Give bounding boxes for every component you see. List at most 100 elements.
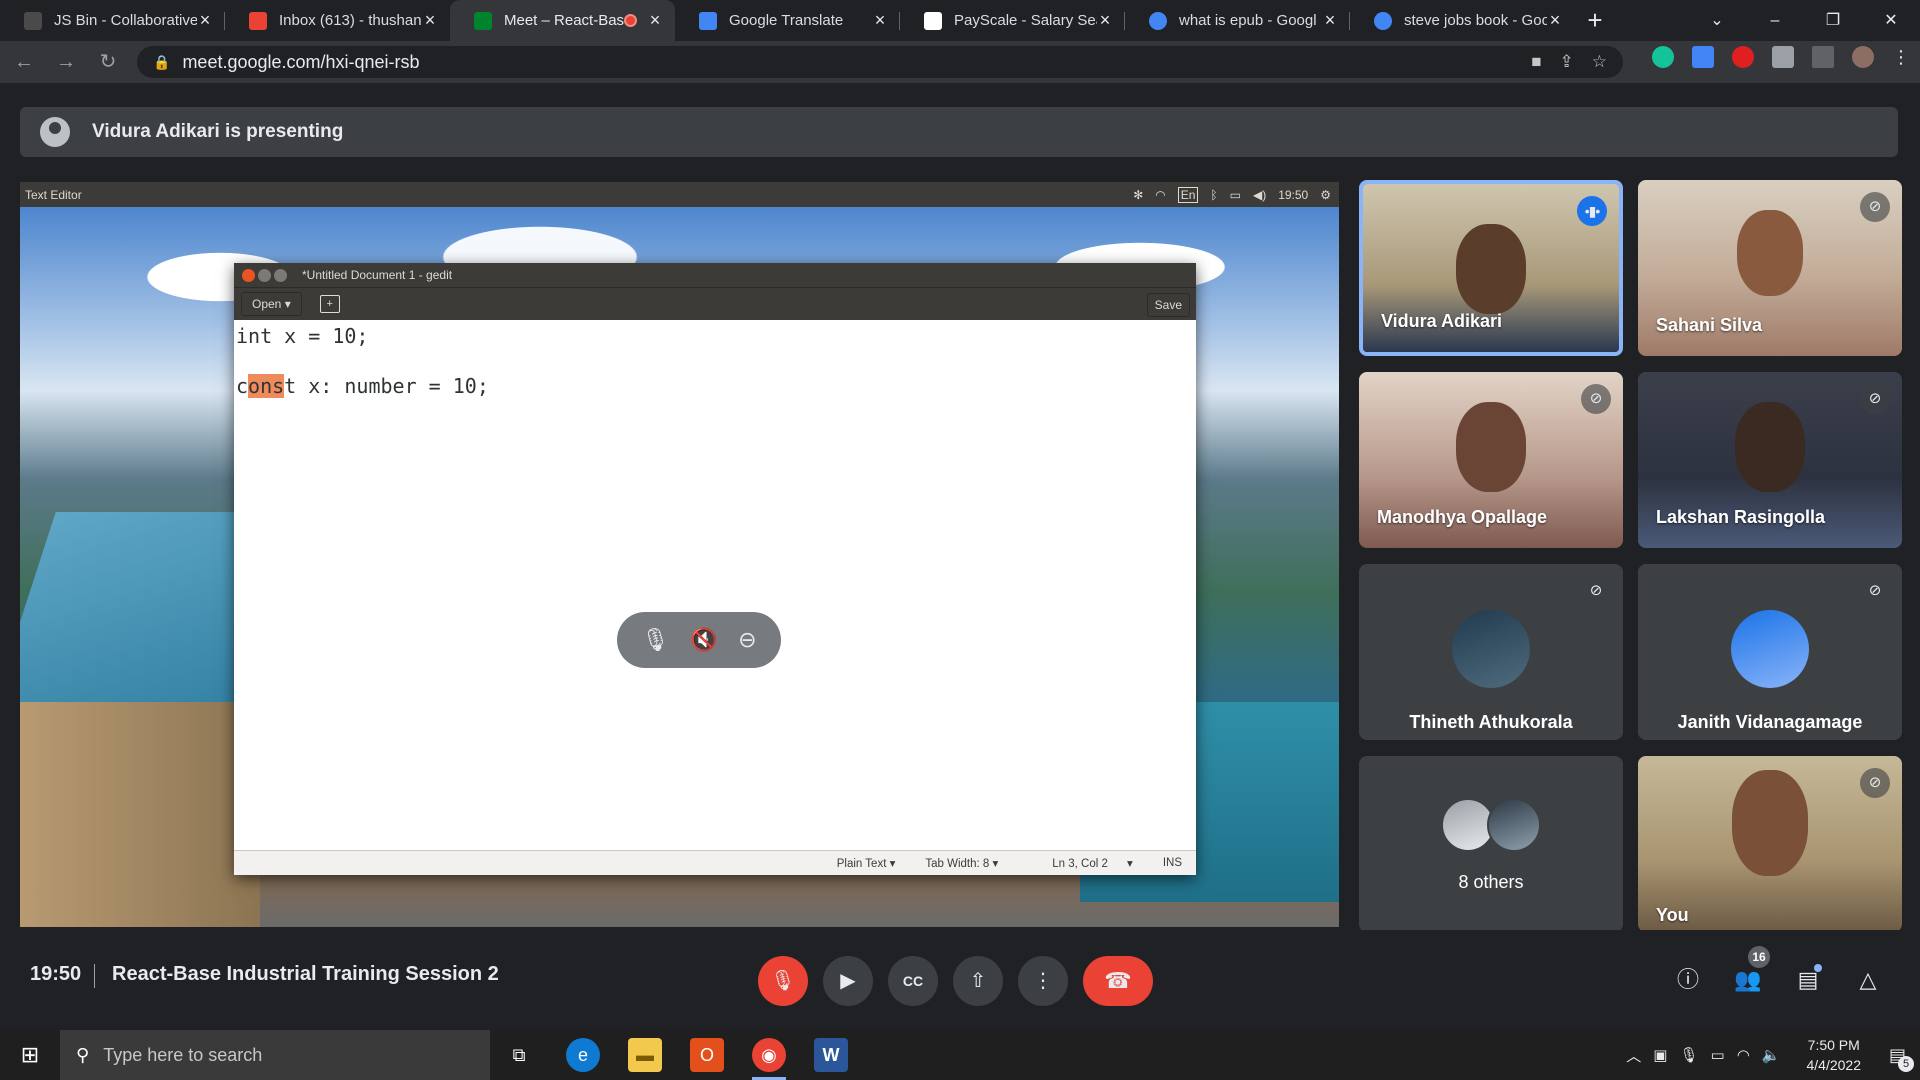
- close-icon[interactable]: ×: [422, 10, 438, 31]
- word-icon[interactable]: W: [814, 1038, 848, 1072]
- payscale-favicon-icon: [924, 12, 942, 30]
- reload-button[interactable]: ↻: [90, 44, 126, 80]
- browser-tab[interactable]: Inbox (613) - thushan ×: [225, 0, 450, 41]
- tab-label: steve jobs book - Goo: [1404, 12, 1547, 29]
- mic-off-icon: ⊘: [1860, 768, 1890, 798]
- taskbar-search[interactable]: ⚲ Type here to search: [60, 1030, 490, 1080]
- participant-tile[interactable]: ⊘ Lakshan Rasingolla: [1638, 372, 1902, 548]
- browser-tab-active[interactable]: Meet – React-Bas ×: [450, 0, 675, 41]
- minimize-button[interactable]: –: [1746, 0, 1804, 41]
- chrome-menu-icon[interactable]: ⋮: [1892, 47, 1910, 68]
- restore-button[interactable]: ❐: [1804, 0, 1862, 41]
- microphone-icon[interactable]: 🎙: [1679, 1046, 1698, 1064]
- chrome-taskbar-icon[interactable]: ◉: [752, 1038, 786, 1080]
- adblock-icon[interactable]: [1732, 46, 1754, 68]
- lock-icon[interactable]: 🔒: [153, 54, 170, 71]
- participant-tile[interactable]: ⊘ Janith Vidanagamage: [1638, 564, 1902, 740]
- address-bar[interactable]: 🔒 meet.google.com/hxi-qnei-rsb ■ ⇪ ☆: [137, 46, 1623, 78]
- extensions-area: ⋮: [1652, 46, 1910, 68]
- side-panel-icon[interactable]: [1812, 46, 1834, 68]
- profile-avatar[interactable]: [1852, 46, 1874, 68]
- mic-off-icon: ⊘: [1860, 384, 1890, 414]
- close-icon[interactable]: ×: [1097, 10, 1113, 31]
- gedit-title: *Untitled Document 1 - gedit: [302, 268, 453, 282]
- battery-icon[interactable]: ▭: [1711, 1046, 1725, 1064]
- forward-button[interactable]: →: [48, 44, 84, 80]
- others-tile[interactable]: 8 others: [1359, 756, 1623, 932]
- wifi-icon[interactable]: ◠: [1737, 1046, 1750, 1064]
- tab-search-icon[interactable]: ⌄: [1688, 0, 1746, 41]
- participant-name: Manodhya Opallage: [1377, 507, 1548, 527]
- meet-tray-icon[interactable]: ▣: [1653, 1046, 1667, 1064]
- profile-picture: [1731, 610, 1809, 688]
- browser-tab[interactable]: Google Translate ×: [675, 0, 900, 41]
- notification-center-icon[interactable]: ▤ 5: [1889, 1045, 1914, 1072]
- cursor-position: Ln 3, Col 2 ▾: [1052, 858, 1133, 870]
- translate-extension-icon[interactable]: [1692, 46, 1714, 68]
- mic-off-icon[interactable]: 🎙: [641, 627, 669, 653]
- close-icon[interactable]: ×: [872, 10, 888, 31]
- translate-favicon-icon: [699, 12, 717, 30]
- leave-call-button[interactable]: ☎: [1083, 956, 1153, 1006]
- browser-tab[interactable]: JS Bin - Collaborative ×: [0, 0, 225, 41]
- gmail-favicon-icon: [249, 12, 267, 30]
- bookmark-star-icon[interactable]: ☆: [1592, 52, 1607, 72]
- present-screen-button[interactable]: ⇧: [953, 956, 1003, 1006]
- participant-face: [1735, 402, 1805, 492]
- browser-toolbar: ← → ↻ 🔒 meet.google.com/hxi-qnei-rsb ■ ⇪…: [0, 41, 1920, 83]
- windows-taskbar: ⊞ ⚲ Type here to search ⧉ e ▬ O ◉ W ︿ ▣ …: [0, 1030, 1920, 1080]
- close-icon[interactable]: ×: [197, 10, 213, 31]
- browser-tab[interactable]: steve jobs book - Goo ×: [1350, 0, 1575, 41]
- participant-name: Vidura Adikari: [1381, 311, 1503, 331]
- volume-icon: ◀): [1252, 187, 1267, 202]
- camera-toggle-button[interactable]: ▶: [823, 956, 873, 1006]
- search-icon: ⚲: [76, 1044, 90, 1065]
- office-icon[interactable]: O: [690, 1038, 724, 1072]
- grammarly-icon[interactable]: [1652, 46, 1674, 68]
- self-tile[interactable]: ⊘ You: [1638, 756, 1902, 932]
- code-line-3: const x: number = 10;: [236, 374, 489, 398]
- volume-off-icon[interactable]: 🔇: [690, 627, 717, 653]
- tab-label: Meet – React-Bas: [504, 12, 624, 29]
- more-options-button[interactable]: ⋮: [1018, 956, 1068, 1006]
- close-icon[interactable]: ×: [647, 10, 663, 31]
- participant-face: [1456, 402, 1526, 492]
- remove-icon[interactable]: ⊖: [738, 627, 756, 653]
- clock[interactable]: 7:50 PM 4/4/2022: [1806, 1035, 1861, 1075]
- task-view-icon[interactable]: ⧉: [502, 1038, 536, 1072]
- extensions-puzzle-icon[interactable]: [1772, 46, 1794, 68]
- close-icon: [242, 268, 255, 282]
- gedit-statusbar: Plain Text ▾ Tab Width: 8 ▾ Ln 3, Col 2 …: [234, 850, 1196, 875]
- insert-mode: INS: [1162, 857, 1182, 869]
- volume-icon[interactable]: 🔈: [1762, 1046, 1781, 1064]
- edge-icon[interactable]: e: [566, 1038, 600, 1072]
- close-icon[interactable]: ×: [1322, 10, 1338, 31]
- camera-icon[interactable]: ■: [1531, 52, 1541, 72]
- participant-tile[interactable]: ⊘ Manodhya Opallage: [1359, 372, 1623, 548]
- participant-tile[interactable]: ⊘ Thineth Athukorala: [1359, 564, 1623, 740]
- participant-face: [1456, 224, 1526, 314]
- file-explorer-icon[interactable]: ▬: [628, 1038, 662, 1072]
- mic-toggle-button[interactable]: 🎙: [758, 956, 808, 1006]
- windows-start-icon[interactable]: ⊞: [0, 1030, 60, 1080]
- browser-tab[interactable]: PayScale - Salary Sear ×: [900, 0, 1125, 41]
- browser-tab[interactable]: what is epub - Googl ×: [1125, 0, 1350, 41]
- share-icon[interactable]: ⇪: [1560, 52, 1574, 72]
- participant-tile[interactable]: •▮• Vidura Adikari: [1359, 180, 1623, 356]
- back-button[interactable]: ←: [6, 44, 42, 80]
- mic-off-icon: ⊘: [1860, 192, 1890, 222]
- participant-tile[interactable]: ⊘ Sahani Silva: [1638, 180, 1902, 356]
- close-window-button[interactable]: ✕: [1862, 0, 1920, 41]
- self-face: [1732, 770, 1808, 876]
- activities-icon[interactable]: △: [1848, 960, 1888, 1000]
- new-tab-button[interactable]: +: [1575, 0, 1615, 41]
- window-controls: ⌄ – ❐ ✕: [1688, 0, 1920, 41]
- meeting-details-icon[interactable]: ⓘ: [1668, 960, 1708, 1000]
- captions-button[interactable]: CC: [888, 956, 938, 1006]
- others-count: 8 others: [1458, 872, 1524, 892]
- tray-chevron-icon[interactable]: ︿: [1626, 1045, 1641, 1066]
- close-icon[interactable]: ×: [1547, 10, 1563, 31]
- people-icon[interactable]: 👥 16: [1728, 946, 1770, 1000]
- chat-icon[interactable]: ▤: [1788, 960, 1828, 1000]
- tab-label: JS Bin - Collaborative: [54, 12, 197, 29]
